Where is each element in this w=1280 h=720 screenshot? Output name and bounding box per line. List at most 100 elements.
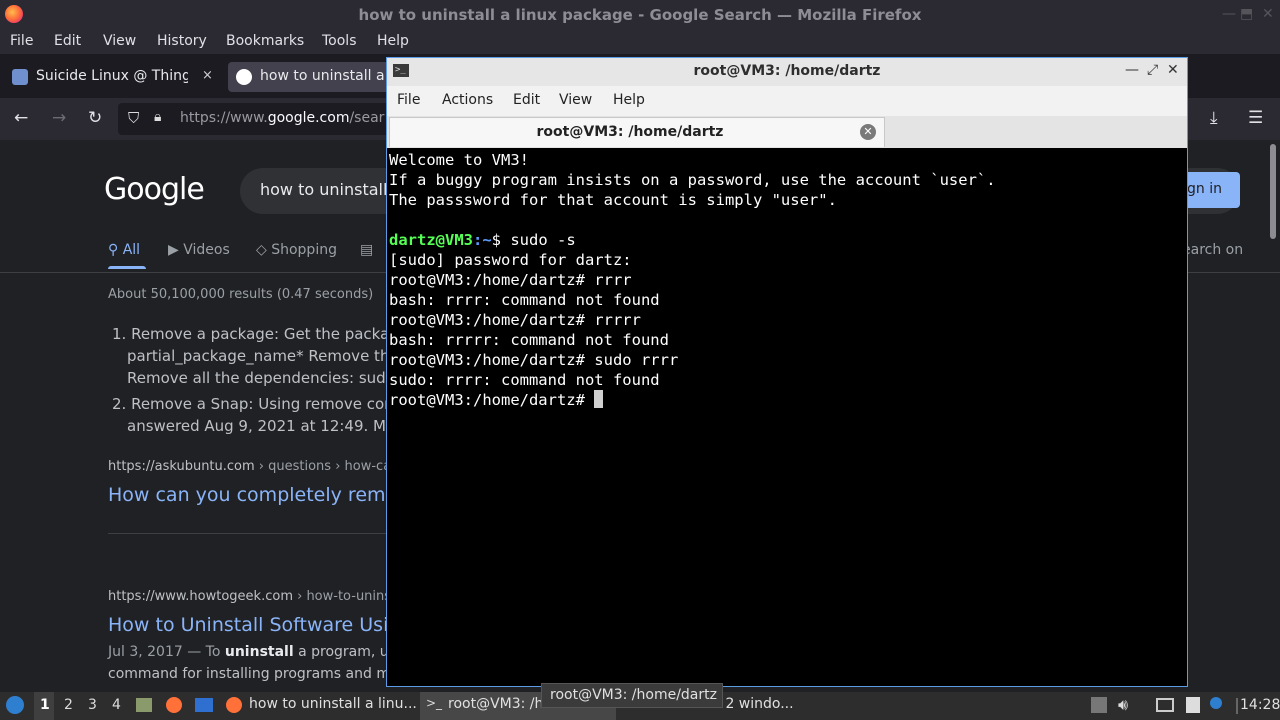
start-menu-icon[interactable] <box>6 696 24 714</box>
workspace-1[interactable]: 1 <box>40 697 50 713</box>
result-cite: https://www.howtogeek.com › how-to-unins… <box>108 589 405 604</box>
tooltip-text: root@VM3: /home/dartz <box>550 687 717 703</box>
terminal-tab-label: root@VM3: /home/dartz <box>536 124 724 140</box>
taskbar-tooltip: root@VM3: /home/dartz <box>541 683 723 708</box>
menu-bookmarks[interactable]: Bookmarks <box>226 33 304 49</box>
answer-line: partial_package_name* Remove the <box>127 347 399 365</box>
firefox-icon <box>226 697 242 713</box>
clock[interactable]: 14:28 <box>1240 697 1280 713</box>
firefox-launcher-icon[interactable] <box>166 697 182 713</box>
active-tab-indicator <box>108 266 146 269</box>
divider <box>108 533 388 534</box>
keyboard-icon[interactable] <box>1156 698 1174 712</box>
file-manager-icon[interactable] <box>136 698 152 712</box>
terminal-output[interactable]: Welcome to VM3! If a buggy program insis… <box>387 148 1187 686</box>
page-scrollbar[interactable] <box>1270 144 1276 239</box>
menu-file[interactable]: File <box>10 33 33 49</box>
menu-edit[interactable]: Edit <box>54 33 81 49</box>
term-menu-help[interactable]: Help <box>613 92 645 108</box>
menu-history[interactable]: History <box>157 33 207 49</box>
gtab-shopping[interactable]: ◇ Shopping <box>256 242 337 258</box>
result-cite: https://askubuntu.com › questions › how-… <box>108 459 405 474</box>
lock-icon[interactable]: 🔒︎ <box>154 109 161 125</box>
prompt-end: $ <box>491 231 511 249</box>
term-menu-view[interactable]: View <box>559 92 592 108</box>
menu-help[interactable]: Help <box>377 33 409 49</box>
close-icon[interactable]: ✕ <box>1262 6 1274 22</box>
url-text: https://www.google.com/sear <box>180 110 385 126</box>
hamburger-menu-icon[interactable]: ☰ <box>1248 108 1263 128</box>
back-icon[interactable]: ← <box>14 108 28 128</box>
term-menu-edit[interactable]: Edit <box>513 92 540 108</box>
terminal-icon: >_ <box>426 696 443 710</box>
tab-suicide-linux[interactable]: Suicide Linux @ Things O × <box>4 62 220 92</box>
output-line: root@VM3:/home/dartz# rrrrr <box>389 311 641 329</box>
google-favicon-icon <box>236 69 252 85</box>
forward-icon[interactable]: → <box>52 108 66 128</box>
command-text: sudo -s <box>510 231 576 249</box>
terminal-titlebar[interactable]: >_ root@VM3: /home/dartz — ⤢ ✕ <box>387 58 1187 86</box>
google-logo[interactable]: Google <box>104 172 205 207</box>
terminal-window[interactable]: >_ root@VM3: /home/dartz — ⤢ ✕ File Acti… <box>386 57 1188 687</box>
menu-tools[interactable]: Tools <box>322 33 357 49</box>
search-query: how to uninstall a <box>260 180 403 199</box>
motd-line: The passsword for that account is simply… <box>389 191 837 209</box>
search-icon: ⚲ <box>108 242 123 258</box>
tab-google-search[interactable]: how to uninstall a li <box>228 62 398 92</box>
minimize-icon[interactable]: — <box>1222 6 1236 22</box>
clipboard-icon[interactable] <box>1186 697 1200 713</box>
result-snippet: command for installing programs and mani… <box>108 666 430 682</box>
shield-icon[interactable]: ⛉ <box>128 109 139 127</box>
output-line: bash: rrrr: command not found <box>389 291 660 309</box>
result-title-link[interactable]: How to Uninstall Software Using <box>108 614 412 636</box>
workspace-4[interactable]: 4 <box>112 697 121 713</box>
current-prompt: root@VM3:/home/dartz# <box>389 391 595 409</box>
output-line: root@VM3:/home/dartz# sudo rrrr <box>389 351 679 369</box>
maximize-icon[interactable]: ⤢ <box>1147 62 1158 78</box>
result-stats: About 50,100,000 results (0.47 seconds) <box>108 287 374 302</box>
term-menu-actions[interactable]: Actions <box>442 92 493 108</box>
maximize-icon[interactable]: ⬒ <box>1240 6 1253 22</box>
output-line: sudo: rrrr: command not found <box>389 371 660 389</box>
minimize-icon[interactable]: — <box>1125 62 1139 78</box>
answer-line: Remove all the dependencies: sudo <box>127 369 395 387</box>
task-label: how to uninstall a linu... <box>249 696 417 712</box>
result-snippet: Jul 3, 2017 — To uninstall a program, us… <box>108 644 424 660</box>
gtab-all[interactable]: ⚲ All <box>108 242 140 258</box>
text-cursor <box>594 390 604 408</box>
tab-close-icon[interactable]: ✕ <box>860 124 876 140</box>
prompt-path: :~ <box>473 231 492 249</box>
firefox-menubar: File Edit View History Bookmarks Tools H… <box>0 29 1280 54</box>
gtab-search-on[interactable]: earch on <box>1182 242 1243 258</box>
menu-view[interactable]: View <box>103 33 136 49</box>
task-firefox[interactable]: how to uninstall a linu... <box>222 692 417 720</box>
terminal-tabbar: root@VM3: /home/dartz ✕ <box>387 116 1187 149</box>
update-notifier-icon[interactable] <box>1210 697 1222 709</box>
tab-label: how to uninstall a li <box>260 68 390 84</box>
term-menu-file[interactable]: File <box>397 92 420 108</box>
close-icon[interactable]: ✕ <box>1167 62 1179 78</box>
terminal-menubar: File Actions Edit View Help <box>387 86 1187 116</box>
volume-icon[interactable]: 🔊︎ <box>1118 695 1128 715</box>
answer-line: answered Aug 9, 2021 at 12:49. Mos <box>127 417 403 435</box>
window-title: how to uninstall a linux package - Googl… <box>358 6 922 24</box>
video-icon: ▶ <box>168 242 184 258</box>
gtab-videos[interactable]: ▶ Videos <box>168 242 230 258</box>
answer-line: 1. Remove a package: Get the package <box>112 325 409 343</box>
tag-icon: ◇ <box>256 242 272 258</box>
motd-line: Welcome to VM3! <box>389 151 529 169</box>
reload-icon[interactable]: ↻ <box>88 108 102 128</box>
workspace-3[interactable]: 3 <box>88 697 97 713</box>
desktop-icon[interactable] <box>195 698 213 712</box>
tray-arrow-icon[interactable] <box>1091 697 1107 713</box>
motd-line: If a buggy program insists on a password… <box>389 171 996 189</box>
workspace-2[interactable]: 2 <box>64 697 73 713</box>
tab-close-icon[interactable]: × <box>202 68 213 83</box>
result-title-link[interactable]: How can you completely remov <box>108 484 408 506</box>
downloads-icon[interactable]: ⤓ <box>1210 108 1218 128</box>
gtab-more-icon[interactable]: ▤ <box>360 242 373 258</box>
terminal-tab[interactable]: root@VM3: /home/dartz ✕ <box>389 117 885 147</box>
page-favicon-icon <box>12 69 28 85</box>
tab-label: Suicide Linux @ Things O <box>36 68 188 84</box>
prompt-user: dartz@VM3 <box>389 231 473 249</box>
